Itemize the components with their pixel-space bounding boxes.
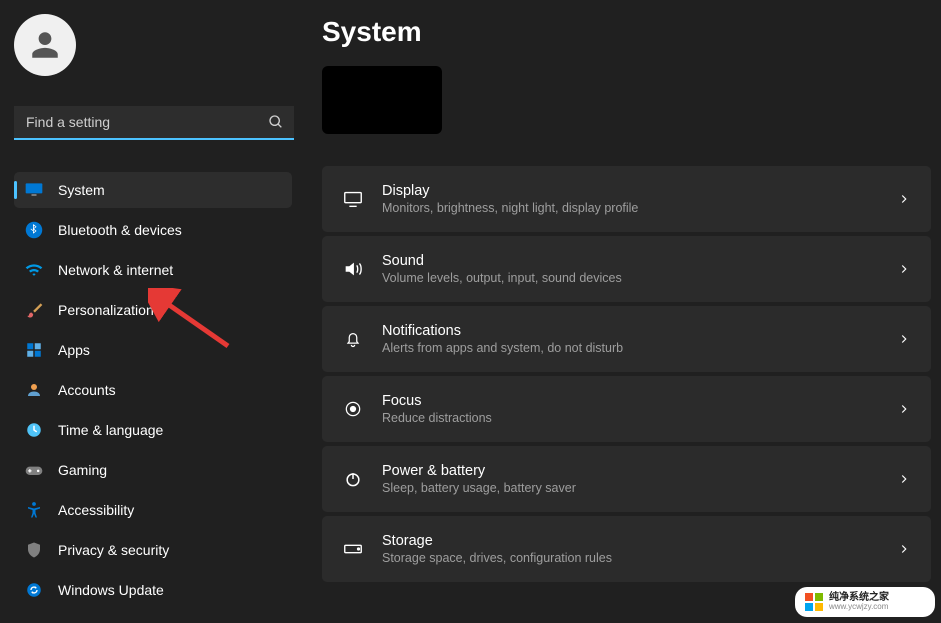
sidebar-item-label: Personalization (58, 302, 154, 318)
chevron-right-icon (897, 402, 911, 416)
nav-list: System Bluetooth & devices Network & int… (14, 172, 292, 608)
watermark: 纯净系统之家 www.ycwjzy.com (795, 587, 935, 617)
card-subtitle: Alerts from apps and system, do not dist… (382, 340, 897, 357)
sidebar-item-update[interactable]: Windows Update (14, 572, 292, 608)
watermark-url: www.ycwjzy.com (829, 603, 889, 611)
sidebar-item-label: Gaming (58, 462, 107, 478)
settings-card-list: Display Monitors, brightness, night ligh… (322, 166, 931, 582)
sidebar-item-label: Network & internet (58, 262, 173, 278)
shield-icon (24, 540, 44, 560)
clock-icon (24, 420, 44, 440)
card-subtitle: Reduce distractions (382, 410, 897, 427)
wifi-icon (24, 260, 44, 280)
sidebar-item-label: Apps (58, 342, 90, 358)
card-subtitle: Sleep, battery usage, battery saver (382, 480, 897, 497)
sidebar-item-bluetooth[interactable]: Bluetooth & devices (14, 212, 292, 248)
card-display[interactable]: Display Monitors, brightness, night ligh… (322, 166, 931, 232)
sidebar-item-apps[interactable]: Apps (14, 332, 292, 368)
card-title: Storage (382, 532, 897, 550)
card-title: Focus (382, 392, 897, 410)
chevron-right-icon (897, 332, 911, 346)
card-title: Sound (382, 252, 897, 270)
storage-icon (342, 538, 364, 560)
sidebar-item-label: Time & language (58, 422, 163, 438)
card-title: Display (382, 182, 897, 200)
main-pane: System Display Monitors, brightness, nig… (300, 0, 941, 623)
sidebar-item-system[interactable]: System (14, 172, 292, 208)
sidebar-item-privacy[interactable]: Privacy & security (14, 532, 292, 568)
sidebar-item-personalization[interactable]: Personalization (14, 292, 292, 328)
chevron-right-icon (897, 542, 911, 556)
card-focus[interactable]: Focus Reduce distractions (322, 376, 931, 442)
person-icon (28, 28, 62, 62)
accounts-icon (24, 380, 44, 400)
apps-icon (24, 340, 44, 360)
bell-icon (342, 328, 364, 350)
windows-logo-icon (805, 593, 823, 611)
sidebar-item-gaming[interactable]: Gaming (14, 452, 292, 488)
display-icon (342, 188, 364, 210)
power-icon (342, 468, 364, 490)
sidebar-item-label: Accessibility (58, 502, 134, 518)
monitor-icon (24, 180, 44, 200)
desktop-preview[interactable] (322, 66, 442, 134)
chevron-right-icon (897, 262, 911, 276)
chevron-right-icon (897, 192, 911, 206)
sidebar-item-accessibility[interactable]: Accessibility (14, 492, 292, 528)
sidebar-item-time[interactable]: Time & language (14, 412, 292, 448)
card-title: Power & battery (382, 462, 897, 480)
search-icon (268, 114, 284, 130)
gaming-icon (24, 460, 44, 480)
sidebar-item-label: Bluetooth & devices (58, 222, 182, 238)
bluetooth-icon (24, 220, 44, 240)
sidebar-item-label: Privacy & security (58, 542, 169, 558)
focus-icon (342, 398, 364, 420)
sidebar: System Bluetooth & devices Network & int… (0, 0, 300, 623)
card-sound[interactable]: Sound Volume levels, output, input, soun… (322, 236, 931, 302)
update-icon (24, 580, 44, 600)
card-title: Notifications (382, 322, 897, 340)
search-box[interactable] (14, 106, 294, 140)
avatar[interactable] (14, 14, 76, 76)
card-storage[interactable]: Storage Storage space, drives, configura… (322, 516, 931, 582)
card-subtitle: Monitors, brightness, night light, displ… (382, 200, 897, 217)
card-power[interactable]: Power & battery Sleep, battery usage, ba… (322, 446, 931, 512)
sound-icon (342, 258, 364, 280)
brush-icon (24, 300, 44, 320)
sidebar-item-network[interactable]: Network & internet (14, 252, 292, 288)
sidebar-item-label: Windows Update (58, 582, 164, 598)
search-input[interactable] (14, 106, 294, 140)
sidebar-item-label: Accounts (58, 382, 116, 398)
card-subtitle: Storage space, drives, configuration rul… (382, 550, 897, 567)
card-subtitle: Volume levels, output, input, sound devi… (382, 270, 897, 287)
sidebar-item-label: System (58, 182, 105, 198)
accessibility-icon (24, 500, 44, 520)
page-title: System (322, 16, 931, 48)
card-notifications[interactable]: Notifications Alerts from apps and syste… (322, 306, 931, 372)
chevron-right-icon (897, 472, 911, 486)
sidebar-item-accounts[interactable]: Accounts (14, 372, 292, 408)
